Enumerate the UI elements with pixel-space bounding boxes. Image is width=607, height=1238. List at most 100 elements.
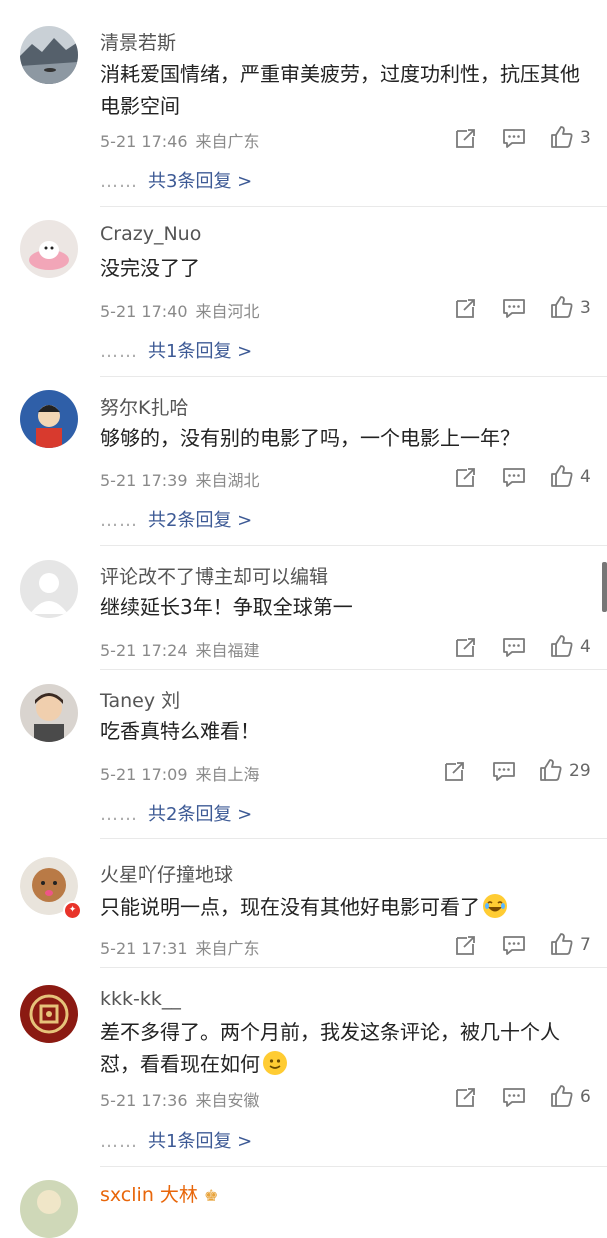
comment-icon[interactable] bbox=[491, 758, 517, 784]
comment-meta: 5-21 17:31 来自广东 bbox=[100, 935, 260, 959]
avatar[interactable] bbox=[20, 1180, 78, 1238]
repost-icon[interactable] bbox=[453, 464, 479, 490]
comment-time: 5-21 17:40 bbox=[100, 302, 188, 321]
like-count: 3 bbox=[580, 298, 591, 318]
comment-author[interactable]: kkk-kk__ bbox=[100, 988, 181, 1010]
replies-dots: …… bbox=[100, 804, 138, 825]
replies-count[interactable]: 共2条回复 > bbox=[148, 510, 252, 531]
comment-author[interactable]: 努尔K扎哈 bbox=[100, 393, 188, 420]
comment-text: 差不多得了。两个月前，我发这条评论，被几十个人怼，看看现在如何 bbox=[100, 1016, 590, 1080]
divider bbox=[100, 967, 607, 968]
replies-count[interactable]: 共2条回复 > bbox=[148, 804, 252, 825]
scrollbar-thumb[interactable] bbox=[602, 562, 607, 612]
comment-location: 来自上海 bbox=[195, 765, 260, 784]
crown-icon: ♚ bbox=[203, 1186, 219, 1205]
comment-text-content: 只能说明一点，现在没有其他好电影可看了 bbox=[100, 895, 480, 919]
divider bbox=[100, 376, 607, 377]
comment-text: 没完没了了 bbox=[100, 256, 200, 280]
comment-icon[interactable] bbox=[501, 125, 527, 151]
replies-count[interactable]: 共3条回复 > bbox=[148, 171, 252, 192]
comment-location: 来自广东 bbox=[195, 939, 260, 958]
like-icon[interactable] bbox=[538, 757, 564, 783]
avatar[interactable] bbox=[20, 684, 78, 742]
comment-text: 吃香真特么难看！ bbox=[100, 719, 260, 743]
like-count: 29 bbox=[569, 761, 591, 781]
comment-text-content: 差不多得了。两个月前，我发这条评论，被几十个人怼，看看现在如何 bbox=[100, 1020, 560, 1076]
repost-icon[interactable] bbox=[453, 125, 479, 151]
divider bbox=[100, 838, 607, 839]
smile-emoji-icon bbox=[263, 1051, 287, 1075]
replies-link[interactable]: …… 共2条回复 > bbox=[100, 800, 252, 826]
comment-text: 够够的，没有别的电影了吗，一个电影上一年？ bbox=[100, 426, 520, 450]
replies-link[interactable]: …… 共1条回复 > bbox=[100, 1127, 252, 1153]
comment-author[interactable]: 清景若斯 bbox=[100, 28, 176, 55]
replies-dots: …… bbox=[100, 510, 138, 531]
comment-meta: 5-21 17:09 来自上海 bbox=[100, 761, 260, 785]
repost-icon[interactable] bbox=[453, 295, 479, 321]
comment-meta: 5-21 17:36 来自安徽 bbox=[100, 1087, 260, 1111]
like-count: 4 bbox=[580, 637, 591, 657]
avatar[interactable] bbox=[20, 26, 78, 84]
comment-time: 5-21 17:46 bbox=[100, 132, 188, 151]
divider bbox=[100, 669, 607, 670]
comment-time: 5-21 17:36 bbox=[100, 1091, 188, 1110]
comment-location: 来自广东 bbox=[195, 132, 260, 151]
comment-author[interactable]: sxclin 大林 ♚ bbox=[100, 1180, 218, 1207]
comment-text: 消耗爱国情绪，严重审美疲劳，过度功利性，抗压其他电影空间 bbox=[100, 62, 580, 118]
comment-meta: 5-21 17:40 来自河北 bbox=[100, 298, 260, 322]
replies-dots: …… bbox=[100, 341, 138, 362]
replies-count[interactable]: 共1条回复 > bbox=[148, 341, 252, 362]
repost-icon[interactable] bbox=[442, 758, 468, 784]
repost-icon[interactable] bbox=[453, 1084, 479, 1110]
comment-time: 5-21 17:24 bbox=[100, 641, 188, 660]
comment-meta: 5-21 17:24 来自福建 bbox=[100, 637, 260, 661]
avatar[interactable] bbox=[20, 390, 78, 448]
like-icon[interactable] bbox=[549, 463, 575, 489]
avatar[interactable] bbox=[20, 985, 78, 1043]
comment-icon[interactable] bbox=[501, 634, 527, 660]
avatar[interactable] bbox=[20, 220, 78, 278]
avatar[interactable]: ✦ bbox=[20, 857, 82, 920]
comment-icon[interactable] bbox=[501, 295, 527, 321]
replies-count[interactable]: 共1条回复 > bbox=[148, 1131, 252, 1152]
replies-dots: …… bbox=[100, 171, 138, 192]
comment-icon[interactable] bbox=[501, 464, 527, 490]
comment-author[interactable]: Taney 刘 bbox=[100, 686, 180, 713]
vip-badge-icon: ✦ bbox=[63, 901, 82, 920]
comment-text: 继续延长3年！争取全球第一 bbox=[100, 595, 353, 619]
comment-location: 来自福建 bbox=[195, 641, 260, 660]
comment-icon[interactable] bbox=[501, 932, 527, 958]
divider bbox=[100, 1166, 607, 1167]
like-icon[interactable] bbox=[549, 1083, 575, 1109]
like-icon[interactable] bbox=[549, 294, 575, 320]
like-icon[interactable] bbox=[549, 633, 575, 659]
comment-author[interactable]: 火星吖仔撞地球 bbox=[100, 860, 233, 887]
comment-text: 只能说明一点，现在没有其他好电影可看了 bbox=[100, 891, 590, 923]
like-count: 3 bbox=[580, 128, 591, 148]
comment-meta: 5-21 17:46 来自广东 bbox=[100, 128, 260, 152]
comment-location: 来自河北 bbox=[195, 302, 260, 321]
comment-location: 来自安徽 bbox=[195, 1091, 260, 1110]
like-count: 7 bbox=[580, 935, 591, 955]
like-icon[interactable] bbox=[549, 931, 575, 957]
replies-link[interactable]: …… 共1条回复 > bbox=[100, 337, 252, 363]
divider bbox=[100, 545, 607, 546]
laughing-emoji-icon bbox=[483, 894, 507, 918]
like-icon[interactable] bbox=[549, 124, 575, 150]
repost-icon[interactable] bbox=[453, 932, 479, 958]
replies-link[interactable]: …… 共2条回复 > bbox=[100, 506, 252, 532]
comment-author[interactable]: Crazy_Nuo bbox=[100, 223, 201, 245]
repost-icon[interactable] bbox=[453, 634, 479, 660]
comment-time: 5-21 17:31 bbox=[100, 939, 188, 958]
author-name[interactable]: sxclin 大林 bbox=[100, 1184, 198, 1206]
like-count: 6 bbox=[580, 1087, 591, 1107]
comment-author[interactable]: 评论改不了博主却可以编辑 bbox=[100, 562, 328, 589]
comment-location: 来自湖北 bbox=[195, 471, 260, 490]
avatar[interactable] bbox=[20, 560, 78, 618]
replies-link[interactable]: …… 共3条回复 > bbox=[100, 167, 252, 193]
comment-meta: 5-21 17:39 来自湖北 bbox=[100, 467, 260, 491]
comment-icon[interactable] bbox=[501, 1084, 527, 1110]
replies-dots: …… bbox=[100, 1131, 138, 1152]
divider bbox=[100, 206, 607, 207]
like-count: 4 bbox=[580, 467, 591, 487]
